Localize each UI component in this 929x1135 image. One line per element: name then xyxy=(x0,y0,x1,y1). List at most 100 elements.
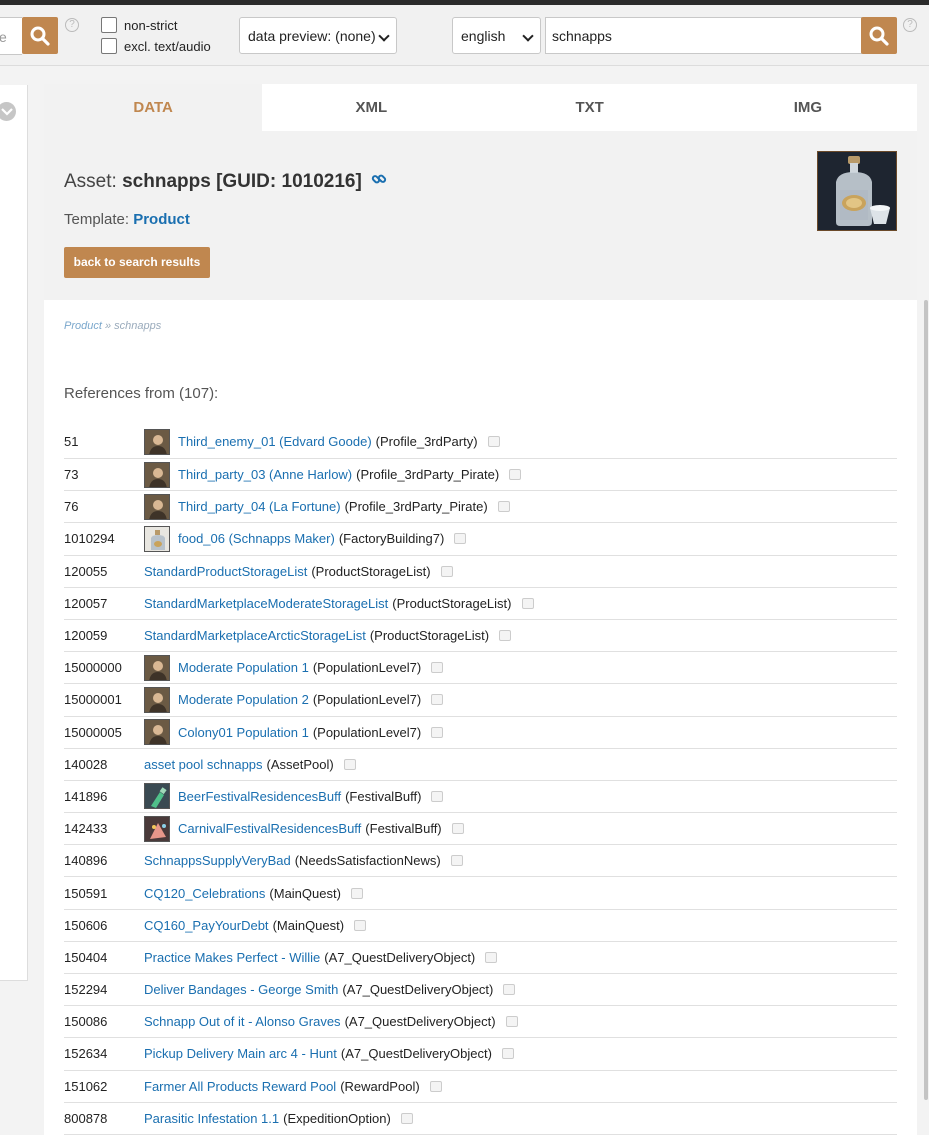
table-row: 120057 StandardMarketplaceModerateStorage… xyxy=(64,588,897,620)
external-link-icon[interactable] xyxy=(485,951,498,963)
table-row: 73 Third_party_03 (Anne Harlow) (Profile_3… xyxy=(64,459,897,492)
portrait-icon xyxy=(144,461,170,488)
reference-link[interactable]: Moderate Population 2 xyxy=(178,692,309,707)
external-link-icon[interactable] xyxy=(429,1080,442,1092)
reference-guid: 141896 xyxy=(64,788,108,804)
reference-guid: 120057 xyxy=(64,595,108,611)
link-icon[interactable] xyxy=(371,171,387,193)
breadcrumb-separator: » xyxy=(104,320,112,332)
nonstrict-checkbox[interactable]: non-strict xyxy=(101,17,177,33)
reference-template: (ProductStorageList) xyxy=(311,563,431,579)
language-value: english xyxy=(461,28,506,44)
reference-link[interactable]: Parasitic Infestation 1.1 xyxy=(144,1111,279,1126)
reference-link[interactable]: CQ120_Celebrations xyxy=(144,886,265,901)
tab-xml[interactable]: XML xyxy=(262,84,481,131)
reference-link[interactable]: food_06 (Schnapps Maker) xyxy=(178,531,335,546)
external-link-icon[interactable] xyxy=(440,565,453,577)
external-link-icon[interactable] xyxy=(450,855,463,867)
reference-guid: 142433 xyxy=(64,821,108,837)
reference-link[interactable]: asset pool schnapps xyxy=(144,757,263,772)
reference-guid: 150591 xyxy=(64,885,108,901)
tab-bar: DATA XML TXT IMG xyxy=(44,84,917,131)
reference-template: (ProductStorageList) xyxy=(369,628,490,644)
external-link-icon[interactable] xyxy=(497,501,510,513)
reference-guid: 150086 xyxy=(64,1014,108,1030)
external-link-icon[interactable] xyxy=(454,533,467,545)
checkbox-box[interactable] xyxy=(101,38,117,54)
template-link[interactable]: Product xyxy=(133,211,190,228)
search-button[interactable] xyxy=(861,17,897,54)
external-link-icon[interactable] xyxy=(400,1112,413,1124)
reference-template: (Profile_3rdParty_Pirate) xyxy=(344,499,488,515)
reference-link[interactable]: Farmer All Products Reward Pool xyxy=(144,1079,336,1094)
reference-link[interactable]: Colony01 Population 1 xyxy=(178,725,309,740)
bottle-icon xyxy=(144,525,170,552)
external-link-icon[interactable] xyxy=(431,662,444,674)
table-row: 150086 Schnapp Out of it - Alonso Graves(… xyxy=(64,1006,897,1039)
reference-link[interactable]: StandardMarketplaceModerateStorageList xyxy=(144,596,388,611)
external-link-icon[interactable] xyxy=(499,630,512,642)
external-link-icon[interactable] xyxy=(431,694,444,706)
asset-name: schnapps xyxy=(122,171,211,193)
external-link-icon[interactable] xyxy=(431,726,444,738)
reference-link[interactable]: BeerFestivalResidencesBuff xyxy=(178,789,341,804)
reference-link[interactable]: CQ160_PayYourDebt xyxy=(144,918,269,933)
checkbox-box[interactable] xyxy=(101,17,117,33)
external-link-icon[interactable] xyxy=(521,597,534,609)
help-icon[interactable]: ? xyxy=(903,18,917,32)
external-link-icon[interactable] xyxy=(354,919,367,931)
scrollbar[interactable] xyxy=(924,300,928,1100)
reference-guid: 150606 xyxy=(64,917,108,933)
portrait-icon xyxy=(144,719,170,746)
sidebar-collapse-toggle[interactable] xyxy=(0,102,16,121)
portrait-icon xyxy=(144,493,170,520)
reference-link[interactable]: CarnivalFestivalResidencesBuff xyxy=(178,821,361,836)
external-link-icon[interactable] xyxy=(505,1016,518,1028)
reference-link[interactable]: Third_party_04 (La Fortune) xyxy=(178,499,341,514)
external-link-icon[interactable] xyxy=(509,469,522,481)
reference-link[interactable]: SchnappsSupplyVeryBad xyxy=(144,853,291,868)
references-list: 51 Third_enemy_01 (Edvard Goode) (Profile_… xyxy=(64,425,897,1135)
reference-template: (PopulationLevel7) xyxy=(312,692,422,708)
tab-img[interactable]: IMG xyxy=(698,84,917,131)
external-link-icon[interactable] xyxy=(343,758,356,770)
external-link-icon[interactable] xyxy=(350,887,363,899)
secondary-search-button[interactable] xyxy=(22,17,58,54)
table-row: 151062 Farmer All Products Reward Pool (Re… xyxy=(64,1071,897,1103)
language-select[interactable]: english xyxy=(452,17,541,54)
reference-link[interactable]: Schnapp Out of it - Alonso Graves xyxy=(144,1014,341,1029)
reference-link[interactable]: Practice Makes Perfect - Willie xyxy=(144,950,320,965)
reference-link[interactable]: Third_party_03 (Anne Harlow) xyxy=(178,467,352,482)
reference-template: (ExpeditionOption) xyxy=(283,1110,391,1126)
help-icon[interactable]: ? xyxy=(65,18,79,32)
reference-link[interactable]: Pickup Delivery Main arc 4 - Hunt xyxy=(144,1046,337,1061)
external-link-icon[interactable] xyxy=(503,984,516,996)
reference-link[interactable]: StandardMarketplaceArcticStorageList xyxy=(144,628,366,643)
table-row: 76 Third_party_04 (La Fortune) (Profile_3r… xyxy=(64,491,897,524)
reference-template: (AssetPool) xyxy=(266,756,334,772)
reference-link[interactable]: Third_enemy_01 (Edvard Goode) xyxy=(178,434,372,449)
reference-link[interactable]: Moderate Population 1 xyxy=(178,660,309,675)
external-link-icon[interactable] xyxy=(451,823,464,835)
back-to-search-button[interactable]: back to search results xyxy=(64,247,210,278)
table-row: 152634 Pickup Delivery Main arc 4 - Hunt(… xyxy=(64,1038,897,1071)
reference-template: (FestivalBuff) xyxy=(365,821,442,837)
external-link-icon[interactable] xyxy=(501,1048,514,1060)
secondary-search-input[interactable]: e xyxy=(0,17,22,55)
toolbar: e ? non-strict excl. text/audio data pre… xyxy=(0,5,929,66)
external-link-icon[interactable] xyxy=(431,790,444,802)
table-row: 120059 StandardMarketplaceArcticStorageLi… xyxy=(64,620,897,653)
chevron-down-icon xyxy=(0,107,13,116)
breadcrumb-parent-link[interactable]: Product xyxy=(64,320,102,332)
tab-txt[interactable]: TXT xyxy=(480,84,699,131)
reference-link[interactable]: Deliver Bandages - George Smith xyxy=(144,982,338,997)
confetti-icon xyxy=(144,815,170,842)
reference-template: (MainQuest) xyxy=(269,885,341,901)
external-link-icon[interactable] xyxy=(487,436,500,447)
tab-data[interactable]: DATA xyxy=(44,84,263,131)
data-preview-select[interactable]: data preview: (none) xyxy=(239,17,397,54)
search-input[interactable]: schnapps xyxy=(545,17,862,54)
excl-text-audio-checkbox[interactable]: excl. text/audio xyxy=(101,38,211,54)
reference-link[interactable]: StandardProductStorageList xyxy=(144,564,307,579)
table-row: 15000005 Colony01 Population 1 (Population… xyxy=(64,717,897,749)
